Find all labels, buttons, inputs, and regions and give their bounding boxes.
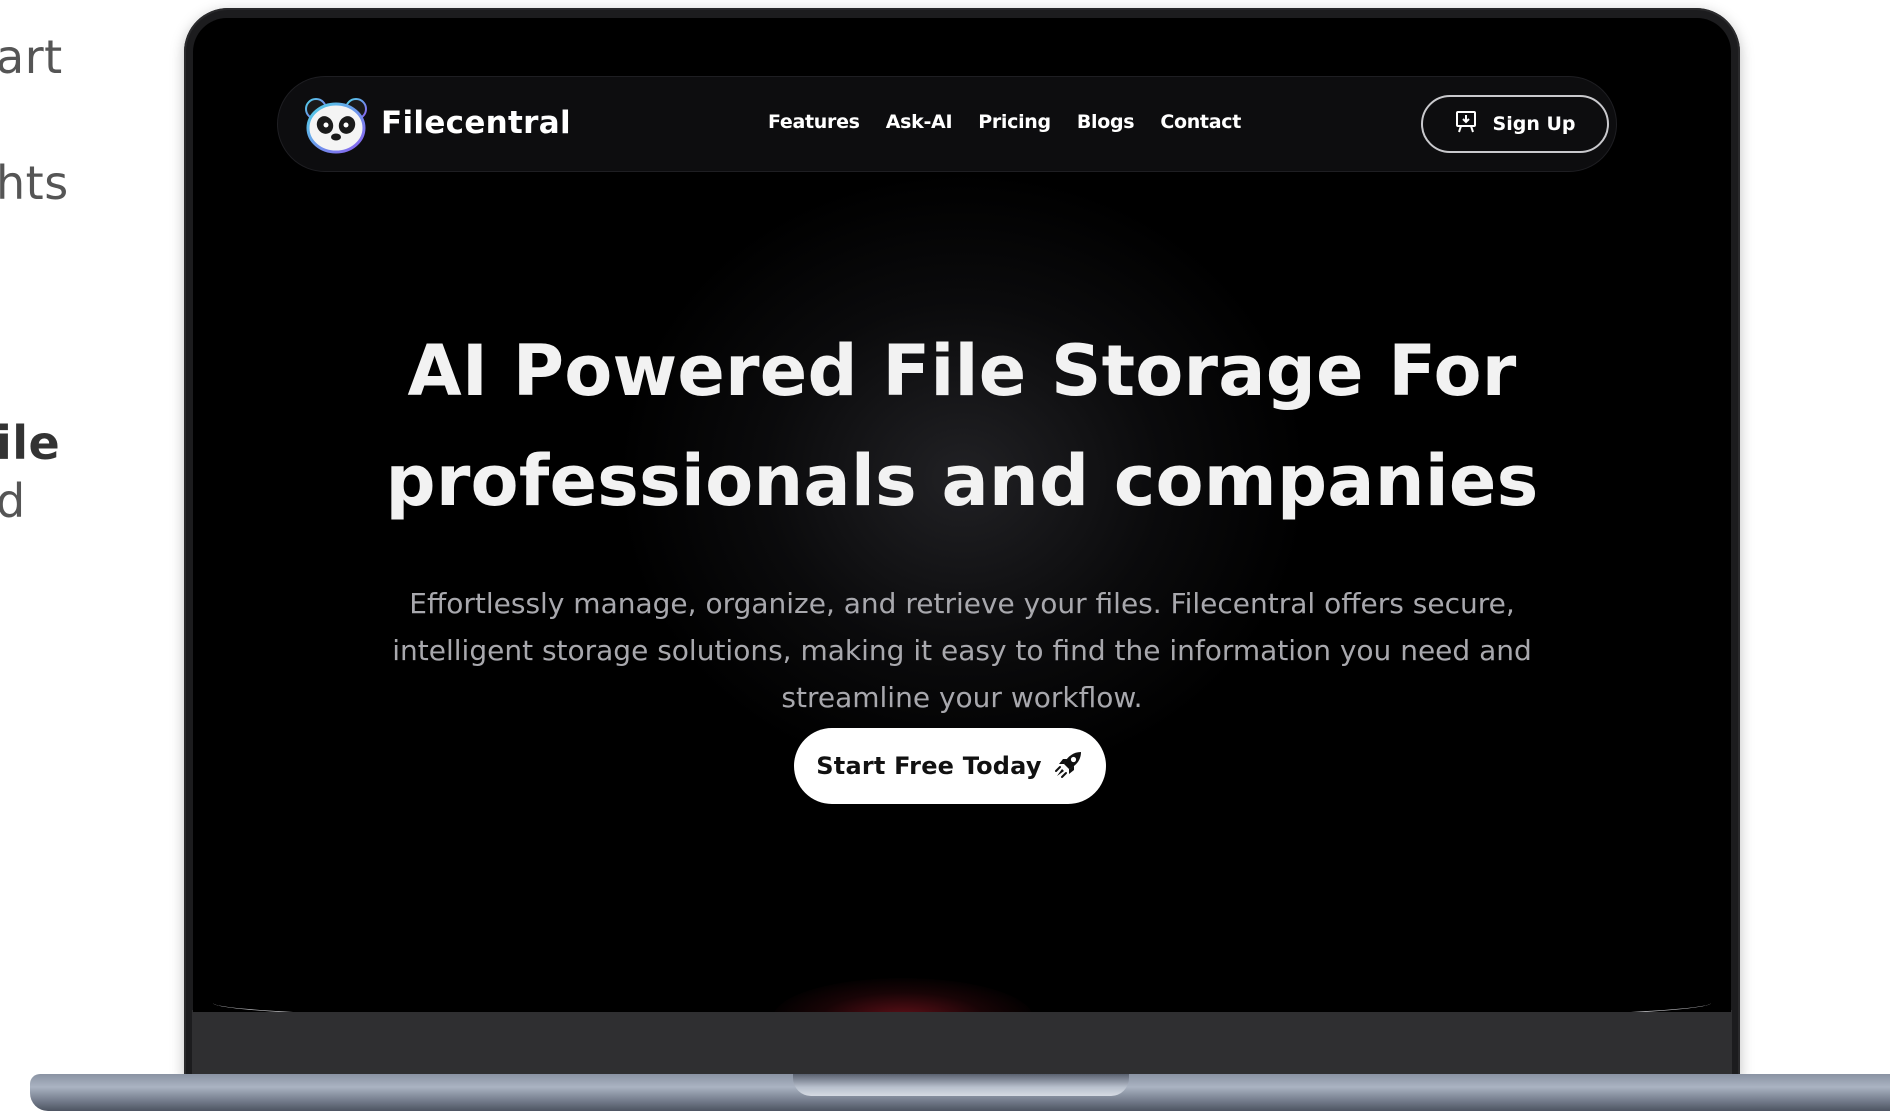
laptop-screen: Filecentral Features Ask-AI Pricing Blog… (193, 18, 1731, 1012)
rocket-icon (1054, 749, 1084, 783)
hero-title: AI Powered File Storage For professional… (193, 316, 1731, 536)
brand-name[interactable]: Filecentral (381, 105, 571, 141)
nav-links: Features Ask-AI Pricing Blogs Contact (768, 111, 1241, 133)
nav-link-pricing[interactable]: Pricing (978, 111, 1051, 133)
nav-link-contact[interactable]: Contact (1160, 111, 1241, 133)
panda-logo-icon[interactable] (304, 96, 368, 154)
nav-link-ask-ai[interactable]: Ask-AI (886, 111, 953, 133)
background-text-line-3: ile (0, 416, 61, 470)
sign-up-button[interactable]: Sign Up (1421, 95, 1609, 153)
signup-icon (1455, 110, 1477, 138)
hero-title-line-1: AI Powered File Storage For (407, 330, 1517, 412)
screen-bottom-highlight (213, 1003, 1711, 1012)
background-text-line-2: hts (0, 156, 69, 210)
hero-subtitle: Effortlessly manage, organize, and retri… (392, 587, 1532, 714)
sign-up-label: Sign Up (1492, 113, 1576, 135)
nav-link-features[interactable]: Features (768, 111, 860, 133)
laptop-bezel (192, 1010, 1732, 1074)
hero-title-line-2: professionals and companies (385, 440, 1539, 522)
page: art hts ile d Filecentral Features Ask-A… (0, 0, 1890, 1111)
background-text-line-1: art (0, 30, 63, 84)
background-text-line-4: d (0, 474, 26, 528)
laptop-notch (793, 1074, 1129, 1096)
cta-label: Start Free Today (816, 752, 1042, 780)
nav-link-blogs[interactable]: Blogs (1077, 111, 1135, 133)
start-free-today-button[interactable]: Start Free Today (794, 728, 1106, 804)
navbar: Filecentral Features Ask-AI Pricing Blog… (277, 76, 1617, 172)
